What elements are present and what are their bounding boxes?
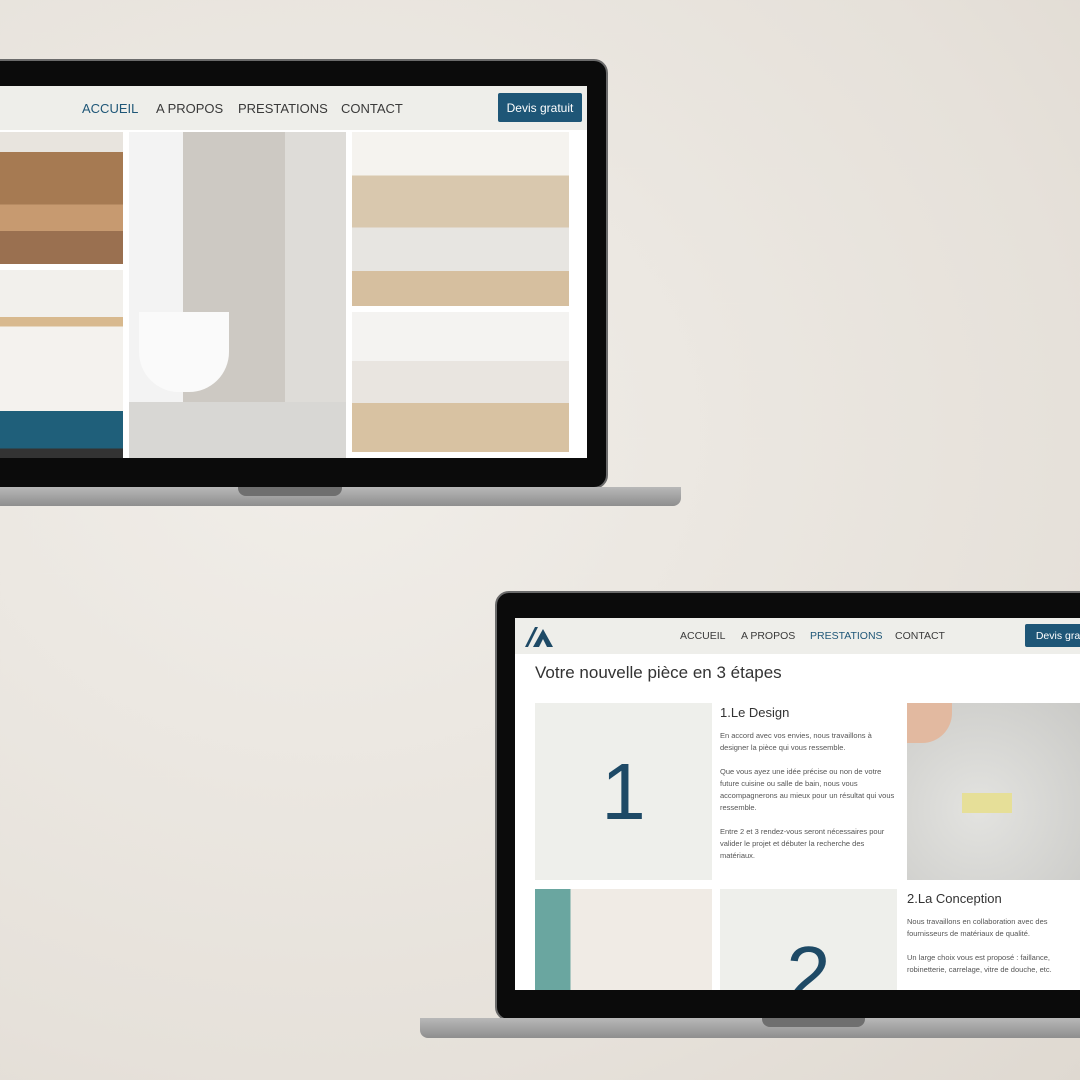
photo-bathroom <box>129 132 346 458</box>
devis-gratuit-button[interactable]: Devis gratuit <box>1025 624 1080 647</box>
bottom-nav: ACCUEIL A PROPOS PRESTATIONS CONTACT Dev… <box>515 618 1080 654</box>
laptop-bottom-notch <box>762 1018 865 1027</box>
photo-sketch-kitchen <box>907 703 1080 880</box>
photo-white-kitchen <box>352 132 569 306</box>
step2-number: 2 <box>786 930 831 990</box>
step2-tile: 2 <box>720 889 897 990</box>
nav-contact[interactable]: CONTACT <box>895 630 945 642</box>
laptop-bottom-screen: ACCUEIL A PROPOS PRESTATIONS CONTACT Dev… <box>515 618 1080 990</box>
nav-prestations[interactable]: PRESTATIONS <box>238 101 328 116</box>
nav-a-propos[interactable]: A PROPOS <box>741 630 795 642</box>
logo-icon <box>525 627 553 647</box>
step1-tile: 1 <box>535 703 712 880</box>
step1-number: 1 <box>601 746 646 836</box>
page-title: Votre nouvelle pièce en 3 étapes <box>535 663 782 682</box>
step1-p2: Que vous ayez une idée précise ou non de… <box>720 767 895 812</box>
laptop-top-notch <box>238 487 342 496</box>
nav-accueil[interactable]: ACCUEIL <box>680 630 726 642</box>
step2-text: 2.La Conception Nous travaillons en coll… <box>907 891 1077 988</box>
nav-prestations[interactable]: PRESTATIONS <box>810 630 883 642</box>
photo-hand-samples <box>535 889 712 990</box>
nav-accueil[interactable]: ACCUEIL <box>82 101 138 116</box>
nav-a-propos[interactable]: A PROPOS <box>156 101 223 116</box>
step1-p1: En accord avec vos envies, nous travaill… <box>720 731 872 752</box>
step2-p2: Un large choix vous est proposé : failla… <box>907 953 1052 974</box>
step1-text: 1.Le Design En accord avec vos envies, n… <box>720 705 900 874</box>
top-nav: ACCUEIL A PROPOS PRESTATIONS CONTACT Dev… <box>0 86 587 130</box>
photo-wood-kitchen <box>0 132 123 264</box>
step1-p3: Entre 2 et 3 rendez-vous seront nécessai… <box>720 827 885 860</box>
devis-gratuit-button[interactable]: Devis gratuit <box>498 93 582 122</box>
step1-heading: 1.Le Design <box>720 705 790 720</box>
nav-contact[interactable]: CONTACT <box>341 101 403 116</box>
laptop-bottom-base <box>420 1018 1080 1038</box>
step2-heading: 2.La Conception <box>907 891 1002 906</box>
step2-p1: Nous travaillons en collaboration avec d… <box>907 917 1048 938</box>
laptop-top-screen: ACCUEIL A PROPOS PRESTATIONS CONTACT Dev… <box>0 86 587 458</box>
photo-open-kitchen <box>352 312 569 452</box>
photo-blue-kitchen <box>0 270 123 458</box>
